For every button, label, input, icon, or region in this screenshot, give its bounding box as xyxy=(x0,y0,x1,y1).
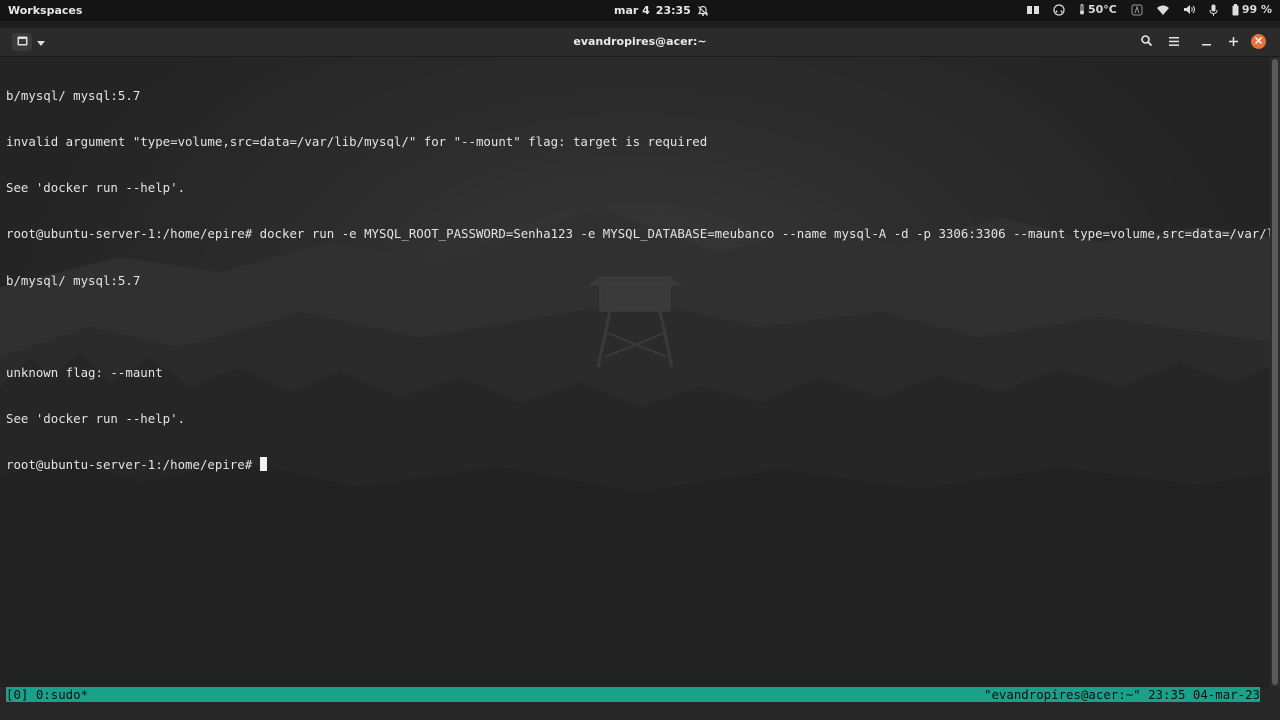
terminal-line: unknown flag: --maunt xyxy=(6,365,163,381)
top-panel: Workspaces mar 4 23:35 50°C 99 % xyxy=(0,0,1280,21)
clock[interactable]: mar 4 23:35 xyxy=(614,4,709,17)
text-cursor xyxy=(259,457,267,472)
window-title: evandropires@acer:~ xyxy=(573,35,707,48)
terminal-line: See 'docker run --help'. xyxy=(6,411,186,427)
terminal-line: root@ubuntu-server-1:/home/epire# docker… xyxy=(6,226,1270,242)
tmux-window-list[interactable]: [0] 0:sudo* xyxy=(6,687,88,702)
volume-icon[interactable] xyxy=(1183,4,1195,15)
battery-icon xyxy=(1232,3,1239,16)
microphone-icon[interactable] xyxy=(1209,4,1218,16)
terminal-line: invalid argument "type=volume,src=data=/… xyxy=(6,134,708,150)
maximize-button[interactable] xyxy=(1223,33,1243,51)
system-tray: 50°C 99 % xyxy=(1026,3,1272,16)
menu-button[interactable] xyxy=(1164,33,1184,51)
titlebar[interactable]: evandropires@acer:~ xyxy=(0,28,1280,57)
terminal-window: evandropires@acer:~ b/mysql/ mysql:5.7 i… xyxy=(0,28,1280,720)
grid-icon[interactable] xyxy=(1026,5,1039,14)
search-icon xyxy=(1140,35,1152,49)
workspaces-button[interactable]: Workspaces xyxy=(8,4,82,17)
temperature-indicator[interactable]: 50°C xyxy=(1079,3,1117,16)
notifications-off-icon xyxy=(697,5,709,17)
thermometer-icon xyxy=(1079,4,1085,15)
battery-indicator[interactable]: 99 % xyxy=(1232,3,1272,16)
terminal-line: See 'docker run --help'. xyxy=(6,180,186,196)
terminal-area[interactable]: b/mysql/ mysql:5.7 invalid argument "typ… xyxy=(0,57,1270,687)
wifi-icon[interactable] xyxy=(1156,5,1169,15)
date-label: mar 4 xyxy=(614,4,650,17)
scrollbar-thumb[interactable] xyxy=(1272,59,1278,685)
minimize-icon xyxy=(1201,35,1211,49)
time-label: 23:35 xyxy=(655,4,691,17)
close-icon xyxy=(1255,36,1262,47)
maximize-icon xyxy=(1228,35,1238,49)
accessibility-icon[interactable] xyxy=(1131,4,1143,16)
shell-prompt: root@ubuntu-server-1:/home/epire# xyxy=(6,457,260,473)
tmux-status-bar: [0] 0:sudo* "evandropires@acer:~" 23:35 … xyxy=(6,687,1260,702)
close-button[interactable] xyxy=(1251,34,1266,49)
tmux-status-right: "evandropires@acer:~" 23:35 04-mar-23 xyxy=(983,687,1260,702)
terminal-line: b/mysql/ mysql:5.7 xyxy=(6,272,141,288)
temperature-label: 50°C xyxy=(1087,3,1117,16)
scrollbar[interactable] xyxy=(1270,57,1280,687)
terminal-line: b/mysql/ mysql:5.7 xyxy=(6,87,141,103)
search-button[interactable] xyxy=(1136,33,1156,51)
headphones-icon[interactable] xyxy=(1053,3,1065,16)
battery-label: 99 % xyxy=(1241,3,1272,16)
hamburger-menu-icon xyxy=(1169,35,1179,49)
terminal-output: b/mysql/ mysql:5.7 invalid argument "typ… xyxy=(6,57,1270,504)
prompt-line[interactable]: root@ubuntu-server-1:/home/epire# xyxy=(6,457,1270,472)
minimize-button[interactable] xyxy=(1196,33,1216,51)
